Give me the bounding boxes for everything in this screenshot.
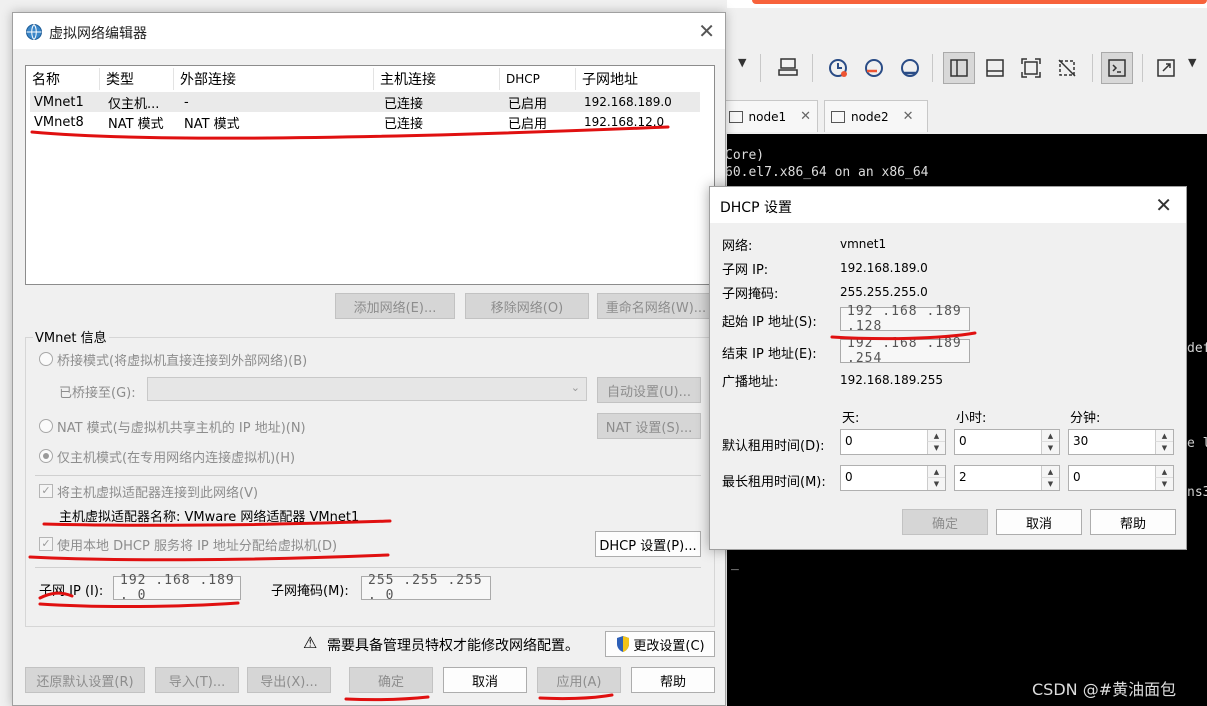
annotation-overlay	[28, 125, 977, 702]
annotation-mark	[538, 693, 614, 701]
annotation-mark	[38, 601, 240, 609]
annotation-mark	[38, 591, 74, 600]
annotation-mark	[42, 519, 392, 527]
annotation-mark	[30, 125, 670, 140]
annotation-mark	[28, 553, 390, 562]
annotation-mark	[344, 695, 430, 702]
annotation-mark	[830, 331, 977, 341]
